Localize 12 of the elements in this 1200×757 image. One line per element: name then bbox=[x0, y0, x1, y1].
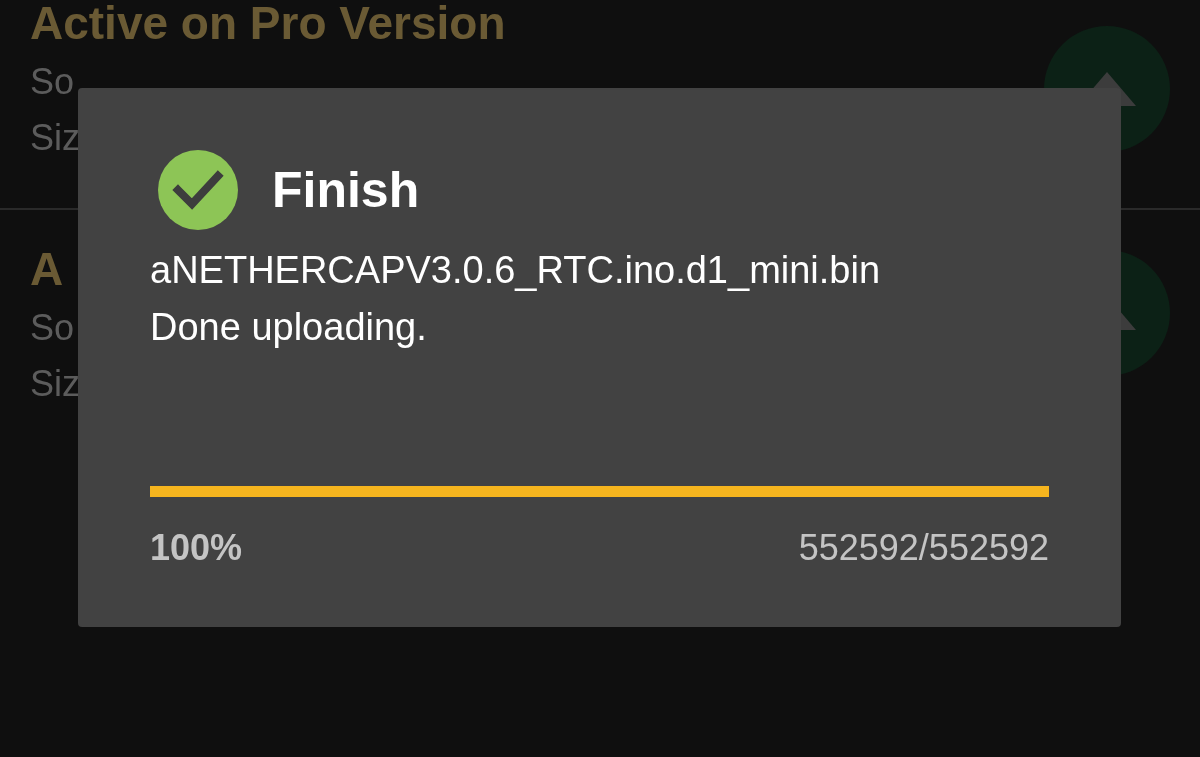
file-name: aNETHERCAPV3.0.6_RTC.ino.d1_mini.bin bbox=[150, 248, 882, 293]
item-title: A bbox=[30, 242, 64, 297]
item-title: Active on Pro Version bbox=[30, 0, 506, 51]
item-size: Siz bbox=[30, 362, 80, 406]
progress-count: 552592/552592 bbox=[798, 527, 1049, 569]
progress-percent: 100% bbox=[150, 527, 243, 569]
item-size: Siz bbox=[30, 116, 80, 160]
item-source: So bbox=[30, 60, 75, 104]
dialog-title: Finish bbox=[272, 161, 420, 219]
check-circle-icon bbox=[158, 150, 238, 230]
status-message: Done uploading. bbox=[150, 305, 428, 350]
item-source: So bbox=[30, 306, 75, 350]
